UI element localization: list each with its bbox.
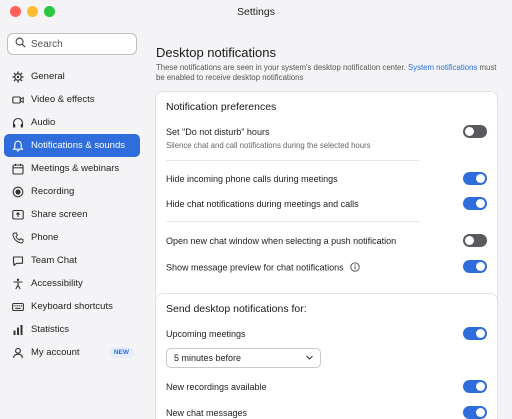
sidebar-item-share-screen[interactable]: Share screen: [4, 203, 140, 226]
card-title: Send desktop notifications for:: [166, 303, 307, 315]
gear-icon: [12, 71, 24, 83]
new-chat-messages-label: New chat messages: [166, 408, 248, 418]
dnd-description: Silence chat and call notifications duri…: [166, 141, 371, 150]
window-controls: [10, 6, 55, 17]
sidebar-item-label: Team Chat: [31, 255, 77, 266]
person-icon: [12, 347, 24, 359]
description-text: These notifications are seen in your sys…: [156, 63, 406, 72]
sidebar-item-statistics[interactable]: Statistics: [4, 318, 140, 341]
sidebar-item-label: Meetings & webinars: [31, 163, 120, 174]
sidebar-item-label: Recording: [31, 186, 75, 197]
info-icon[interactable]: [350, 262, 360, 274]
accessibility-icon: [12, 278, 24, 290]
sidebar-item-audio[interactable]: Audio: [4, 111, 140, 134]
phone-icon: [12, 232, 24, 244]
sidebar-nav: General Video & effects Audio Notificati…: [4, 65, 140, 364]
notification-preferences-card: Notification preferences Set "Do not dis…: [155, 91, 498, 308]
new-chat-messages-toggle[interactable]: [463, 406, 487, 419]
card-title: Notification preferences: [166, 101, 277, 113]
new-recordings-label: New recordings available: [166, 382, 267, 392]
title-bar: Settings: [0, 0, 512, 24]
chevron-down-icon: [305, 353, 314, 364]
hide-chat-toggle[interactable]: [463, 197, 487, 210]
section-description: These notifications are seen in your sys…: [156, 63, 501, 83]
bell-icon: [12, 140, 24, 152]
upcoming-meetings-label: Upcoming meetings: [166, 329, 246, 339]
sidebar-item-label: Notifications & sounds: [31, 140, 125, 151]
preview-row: Show message preview for chat notificati…: [166, 262, 360, 274]
chat-bubble-icon: [12, 255, 24, 267]
search-icon: [15, 37, 26, 51]
sidebar-item-label: Video & effects: [31, 94, 95, 105]
open-chat-toggle[interactable]: [463, 234, 487, 247]
window-title: Settings: [237, 6, 275, 18]
page-title: Desktop notifications: [156, 45, 276, 60]
divider: [166, 221, 419, 222]
sidebar-item-label: My account: [31, 347, 80, 358]
new-recordings-toggle[interactable]: [463, 380, 487, 393]
sidebar-item-meetings-webinars[interactable]: Meetings & webinars: [4, 157, 140, 180]
sidebar: General Video & effects Audio Notificati…: [0, 24, 145, 419]
hide-calls-label: Hide incoming phone calls during meeting…: [166, 174, 338, 184]
sidebar-item-label: Keyboard shortcuts: [31, 301, 113, 312]
preview-toggle[interactable]: [463, 260, 487, 273]
minimize-window-button[interactable]: [27, 6, 38, 17]
sidebar-item-label: Accessibility: [31, 278, 83, 289]
preview-label: Show message preview for chat notificati…: [166, 262, 344, 273]
sidebar-item-video-effects[interactable]: Video & effects: [4, 88, 140, 111]
send-notifications-card: Send desktop notifications for: Upcoming…: [155, 293, 498, 419]
bar-chart-icon: [12, 324, 24, 336]
sidebar-item-my-account[interactable]: My account NEW: [4, 341, 140, 364]
sidebar-item-keyboard-shortcuts[interactable]: Keyboard shortcuts: [4, 295, 140, 318]
dnd-toggle[interactable]: [463, 125, 487, 138]
sidebar-item-team-chat[interactable]: Team Chat: [4, 249, 140, 272]
close-window-button[interactable]: [10, 6, 21, 17]
divider: [166, 160, 419, 161]
calendar-icon: [12, 163, 24, 175]
reminder-time-select[interactable]: 5 minutes before: [166, 348, 321, 368]
main-panel: Desktop notifications These notification…: [145, 24, 512, 419]
system-notifications-link[interactable]: System notifications: [408, 63, 477, 72]
reminder-time-value: 5 minutes before: [174, 353, 242, 363]
sidebar-item-label: Audio: [31, 117, 56, 128]
sidebar-item-label: Share screen: [31, 209, 88, 220]
search-box[interactable]: [7, 33, 137, 55]
video-camera-icon: [12, 94, 24, 106]
new-badge: NEW: [108, 347, 134, 358]
share-screen-icon: [12, 209, 24, 221]
sidebar-item-label: General: [31, 71, 65, 82]
sidebar-item-notifications-sounds[interactable]: Notifications & sounds: [4, 134, 140, 157]
hide-chat-label: Hide chat notifications during meetings …: [166, 199, 359, 209]
sidebar-item-label: Statistics: [31, 324, 70, 335]
dnd-label: Set "Do not disturb" hours: [166, 127, 270, 137]
upcoming-meetings-toggle[interactable]: [463, 327, 487, 340]
search-input[interactable]: [31, 38, 131, 50]
keyboard-icon: [12, 301, 24, 313]
hide-calls-toggle[interactable]: [463, 172, 487, 185]
sidebar-item-accessibility[interactable]: Accessibility: [4, 272, 140, 295]
sidebar-item-label: Phone: [31, 232, 59, 243]
headphones-icon: [12, 117, 24, 129]
record-icon: [12, 186, 24, 198]
sidebar-item-recording[interactable]: Recording: [4, 180, 140, 203]
sidebar-item-phone[interactable]: Phone: [4, 226, 140, 249]
open-chat-label: Open new chat window when selecting a pu…: [166, 236, 397, 246]
zoom-window-button[interactable]: [44, 6, 55, 17]
sidebar-item-general[interactable]: General: [4, 65, 140, 88]
